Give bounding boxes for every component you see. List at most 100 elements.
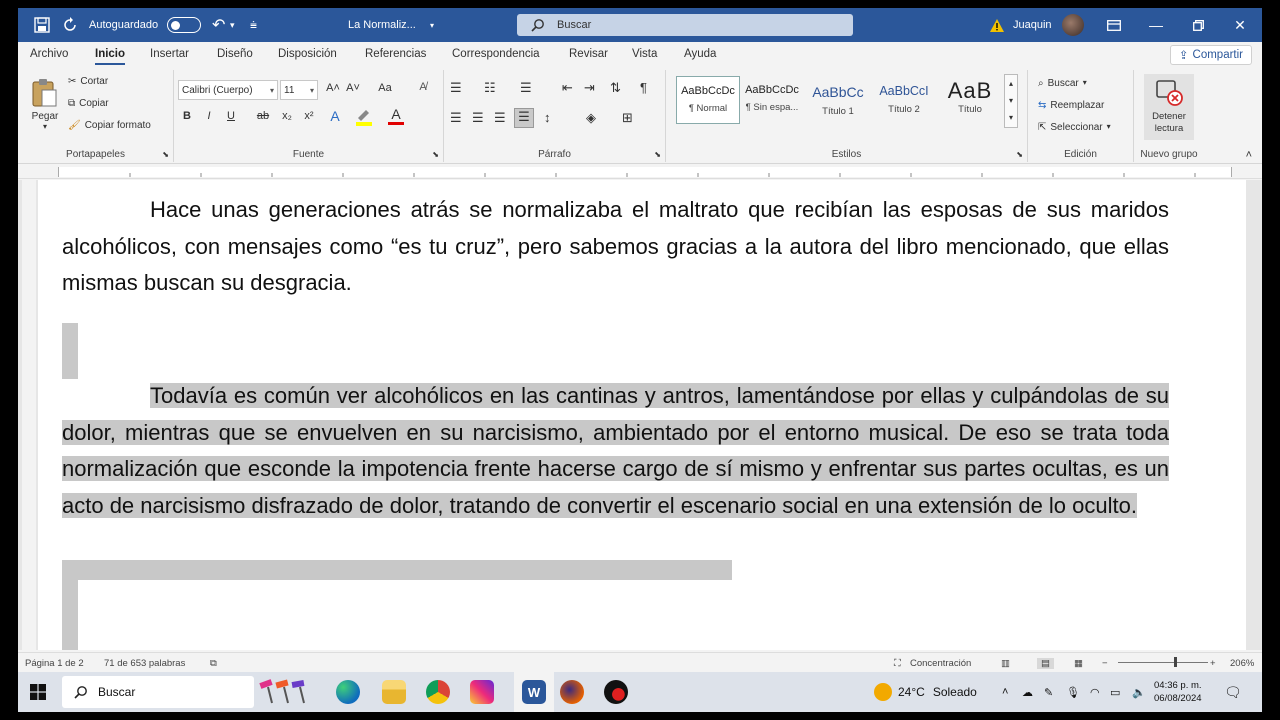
notification-icon[interactable]: 🗨 <box>1224 672 1242 712</box>
onedrive-icon[interactable]: ☁ <box>1022 672 1033 712</box>
line-spacing-icon[interactable]: ↕ <box>544 110 551 125</box>
taskbar-search-box[interactable]: Buscar <box>62 676 254 708</box>
clock[interactable]: 04:36 p. m. 06/08/2024 <box>1154 672 1202 712</box>
borders-icon[interactable]: ⊞ <box>622 110 633 126</box>
show-marks-icon[interactable]: ¶ <box>640 80 647 95</box>
sync-icon[interactable] <box>62 8 78 42</box>
proofing-icon[interactable]: ⧉ <box>210 658 217 669</box>
weather-widget[interactable]: 24°C Soleado <box>898 672 977 712</box>
paragraph-dialog-launcher-icon[interactable]: ⬊ <box>654 150 661 159</box>
italic-button[interactable]: I <box>200 110 218 122</box>
pen-icon[interactable]: ✎ <box>1044 672 1053 712</box>
change-case-button[interactable]: Aa <box>372 82 398 94</box>
tab-disposicion[interactable]: Disposición <box>278 48 337 60</box>
styles-dialog-launcher-icon[interactable]: ⬊ <box>1016 150 1023 159</box>
align-center-icon[interactable]: ☰ <box>472 110 484 126</box>
bullets-icon[interactable]: ☰ <box>450 80 462 96</box>
tab-vista[interactable]: Vista <box>632 48 657 60</box>
find-button[interactable]: ⌕ Buscar ▾ <box>1038 78 1087 89</box>
style-heading-2[interactable]: AaBbCcI Título 2 <box>872 76 936 124</box>
font-color-icon[interactable]: A <box>388 106 404 125</box>
close-icon[interactable]: ✕ <box>1220 8 1260 42</box>
tab-archivo[interactable]: Archivo <box>30 48 68 60</box>
firefox-icon[interactable] <box>560 672 584 712</box>
shading-icon[interactable]: ◈ <box>586 110 596 126</box>
zoom-slider[interactable] <box>1118 657 1208 667</box>
highlight-icon[interactable] <box>354 108 374 129</box>
horizontal-ruler[interactable] <box>18 165 1262 179</box>
windows-start-icon[interactable] <box>30 672 46 712</box>
minimize-icon[interactable]: — <box>1136 8 1176 42</box>
focus-label[interactable]: Concentración <box>910 658 971 669</box>
collapse-ribbon-icon[interactable]: ˄ <box>1246 149 1252 161</box>
tab-inicio[interactable]: Inicio <box>95 48 126 65</box>
word-taskbar-icon[interactable]: W <box>514 672 554 712</box>
tab-correspondencia[interactable]: Correspondencia <box>452 48 540 60</box>
select-button[interactable]: ⇱ Seleccionar ▾ <box>1038 122 1111 133</box>
strikethrough-button[interactable]: ab <box>254 110 272 122</box>
cut-button[interactable]: ✂ Cortar <box>68 76 108 87</box>
numbering-icon[interactable]: ☷ <box>484 80 496 96</box>
paragraph-1[interactable]: Hace unas generaciones atrás se normaliz… <box>62 192 1169 302</box>
multilevel-list-icon[interactable]: ☰ <box>520 80 532 96</box>
tab-ayuda[interactable]: Ayuda <box>684 48 716 60</box>
user-name[interactable]: Juaquin <box>1013 8 1052 42</box>
format-painter-button[interactable]: 🖌 Copiar formato <box>68 120 151 131</box>
shrink-font-icon[interactable]: A˅ <box>344 82 362 94</box>
share-button[interactable]: ⇪ Compartir <box>1169 45 1252 65</box>
subscript-button[interactable]: x₂ <box>278 110 296 122</box>
copy-button[interactable]: ⧉ Copiar <box>68 98 109 109</box>
zoom-out-icon[interactable]: − <box>1102 658 1108 669</box>
font-name-combo[interactable]: Calibri (Cuerpo) <box>178 80 278 100</box>
paint-brushes-icon[interactable] <box>258 672 312 712</box>
align-right-icon[interactable]: ☰ <box>494 110 506 126</box>
recorder-icon[interactable] <box>604 672 628 712</box>
style-no-spacing[interactable]: AaBbCcDc ¶ Sin espa... <box>740 76 804 124</box>
zoom-in-icon[interactable]: + <box>1210 658 1216 669</box>
align-left-icon[interactable]: ☰ <box>450 110 462 126</box>
style-title[interactable]: AaB Título <box>938 76 1002 124</box>
tab-diseno[interactable]: Diseño <box>217 48 253 60</box>
superscript-button[interactable]: x² <box>300 110 318 122</box>
chrome-icon[interactable] <box>426 672 450 712</box>
grow-font-icon[interactable]: A˄ <box>324 82 342 94</box>
title-dropdown-icon[interactable]: ▾ <box>430 8 434 42</box>
autosave-toggle[interactable] <box>167 8 201 42</box>
instagram-icon[interactable] <box>470 672 494 712</box>
underline-button[interactable]: U <box>222 110 240 122</box>
vertical-ruler[interactable] <box>22 180 36 650</box>
restore-icon[interactable] <box>1178 8 1218 42</box>
text-effects-icon[interactable]: A <box>326 108 344 124</box>
decrease-indent-icon[interactable]: ⇤ <box>562 80 573 96</box>
style-normal[interactable]: AaBbCcDc ¶ Normal <box>676 76 740 124</box>
volume-icon[interactable]: 🔈 <box>1132 672 1146 712</box>
dialog-launcher-icon[interactable]: ⬊ <box>162 150 169 159</box>
read-mode-icon[interactable]: ▥ <box>1001 658 1010 669</box>
weather-icon[interactable] <box>874 672 892 712</box>
paragraph-2[interactable]: Todavía es común ver alcohólicos en las … <box>62 378 1169 524</box>
edge-icon[interactable] <box>336 672 360 712</box>
tab-referencias[interactable]: Referencias <box>365 48 426 60</box>
customize-toolbar-icon[interactable]: ⩧ <box>250 8 257 42</box>
print-layout-icon[interactable]: ▤ <box>1037 658 1054 669</box>
save-icon[interactable] <box>34 8 50 42</box>
styles-scroll[interactable]: ▴ ▾ ▾ <box>1004 74 1018 128</box>
ribbon-display-icon[interactable] <box>1094 8 1134 42</box>
font-size-combo[interactable]: 11 <box>280 80 318 100</box>
warning-icon[interactable] <box>990 8 1004 42</box>
undo-dropdown-icon[interactable]: ▾ <box>230 8 235 42</box>
tab-revisar[interactable]: Revisar <box>569 48 608 60</box>
page-count[interactable]: Página 1 de 2 <box>25 658 84 669</box>
title-search-box[interactable]: Buscar <box>517 14 853 36</box>
style-heading-1[interactable]: AaBbCc Título 1 <box>806 76 870 124</box>
focus-icon[interactable]: ⛶ <box>894 658 901 669</box>
increase-indent-icon[interactable]: ⇥ <box>584 80 595 96</box>
justify-icon[interactable]: ☰ <box>514 108 534 128</box>
show-hidden-icons-icon[interactable]: ˄ <box>1002 672 1008 712</box>
undo-icon[interactable]: ↶ <box>212 8 225 42</box>
clear-formatting-icon[interactable]: A̸ <box>414 81 432 93</box>
web-layout-icon[interactable]: ▦ <box>1074 658 1083 669</box>
file-explorer-icon[interactable] <box>382 672 406 712</box>
replace-button[interactable]: ⇆ Reemplazar <box>1038 100 1104 111</box>
stop-reading-button[interactable]: Detener lectura <box>1144 74 1194 140</box>
